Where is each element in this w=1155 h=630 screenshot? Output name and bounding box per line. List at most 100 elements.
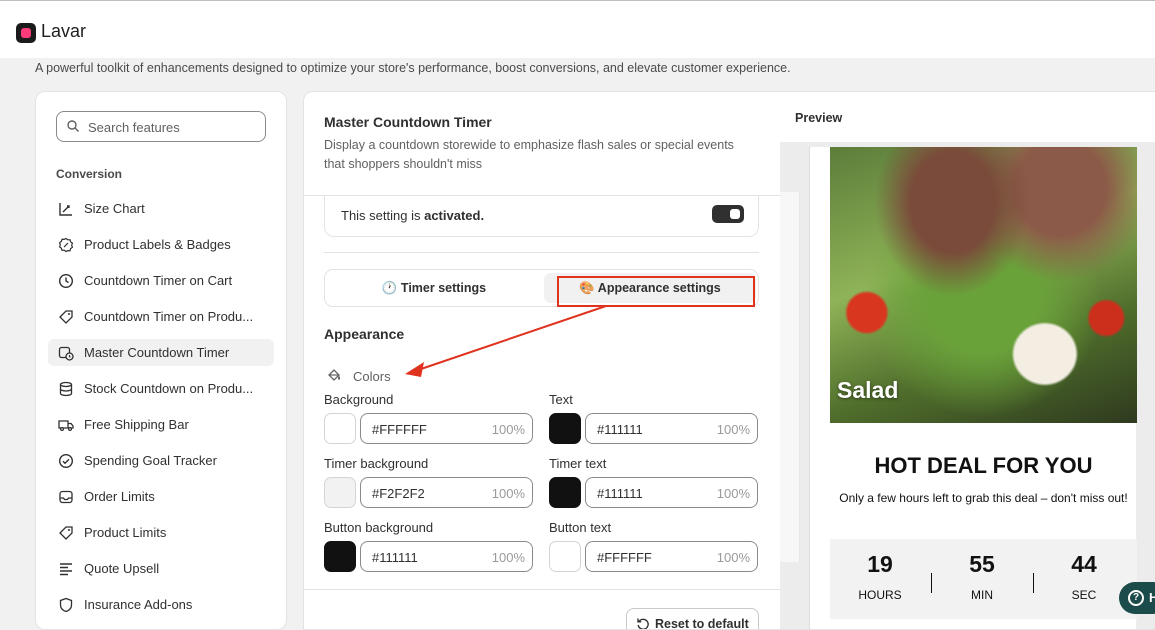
hex-value: #FFFFFF: [597, 550, 652, 565]
sidebar-item-label: Order Limits: [84, 489, 155, 504]
button-background-color-label: Button background: [324, 520, 434, 535]
tag-icon: [59, 526, 73, 540]
sidebar-item-master-countdown[interactable]: Master Countdown Timer: [48, 339, 274, 366]
sidebar-item-product-labels[interactable]: Product Labels & Badges: [48, 231, 274, 258]
background-color-input[interactable]: #FFFFFF 100%: [360, 413, 533, 444]
feature-settings-panel: Master Countdown Timer Display a countdo…: [303, 91, 1155, 630]
activation-toggle[interactable]: [712, 205, 744, 223]
product-image-caption: Salad: [837, 377, 899, 403]
product-image: Salad: [830, 147, 1137, 423]
sidebar-item-label: Countdown Timer on Cart: [84, 273, 233, 288]
sidebar-item-countdown-cart[interactable]: Countdown Timer on Cart: [48, 267, 274, 294]
opacity-value: 100%: [716, 486, 750, 501]
annotation-highlight-box: [557, 276, 755, 307]
sidebar-item-label: Master Countdown Timer: [84, 345, 230, 360]
paint-bucket-icon: [328, 369, 340, 381]
section-divider: [324, 252, 759, 253]
background-color-label: Background: [324, 392, 394, 407]
opacity-value: 100%: [491, 550, 525, 565]
reset-to-default-button[interactable]: Reset to default: [626, 608, 759, 629]
background-color-swatch[interactable]: [324, 413, 356, 444]
appearance-heading: Appearance: [324, 326, 405, 342]
sidebar-item-label: Product Labels & Badges: [84, 237, 231, 252]
help-button[interactable]: ? H: [1119, 582, 1155, 614]
sidebar-item-insurance-addons[interactable]: Insurance Add-ons: [48, 591, 274, 618]
sidebar-item-label: Stock Countdown on Produ...: [84, 381, 254, 396]
app-tagline: A powerful toolkit of enhancements desig…: [35, 61, 791, 75]
help-label: H: [1149, 590, 1155, 605]
opacity-value: 100%: [716, 422, 750, 437]
top-bar: Lavar: [0, 0, 1155, 58]
shield-icon: [59, 597, 73, 613]
timer-unit: HOURS: [858, 588, 902, 602]
timer-value: 55: [969, 551, 995, 577]
preview-stage: Salad HOT DEAL FOR YOU Only a few hours …: [780, 142, 1155, 629]
timer-text-color-label: Timer text: [549, 456, 607, 471]
hex-value: #111111: [597, 422, 643, 437]
sidebar-item-label: Free Shipping Bar: [84, 417, 189, 432]
search-icon: [67, 120, 79, 132]
text-color-label: Text: [549, 392, 573, 407]
opacity-value: 100%: [716, 550, 750, 565]
timer-minutes: 55 MIN: [932, 551, 1032, 602]
timer-background-color-swatch[interactable]: [324, 477, 356, 508]
badge-icon: [58, 237, 74, 253]
opacity-value: 100%: [491, 422, 525, 437]
timer-background-color-label: Timer background: [324, 456, 429, 471]
sidebar-item-countdown-product[interactable]: Countdown Timer on Produ...: [48, 303, 274, 330]
button-background-color-swatch[interactable]: [324, 541, 356, 572]
sidebar-item-label: Countdown Timer on Produ...: [84, 309, 254, 324]
clock-icon: [58, 273, 74, 289]
preview-card: Salad HOT DEAL FOR YOU Only a few hours …: [809, 147, 1137, 629]
colors-heading-label: Colors: [353, 369, 391, 384]
button-text-color-input[interactable]: #FFFFFF 100%: [585, 541, 758, 572]
timer-value: 44: [1071, 551, 1097, 577]
hex-value: #111111: [597, 486, 643, 501]
database-icon: [59, 381, 73, 397]
tab-timer-settings[interactable]: 🕐 Timer settings: [328, 273, 540, 303]
search-placeholder: Search features: [88, 120, 180, 135]
activation-card: This setting is activated.: [324, 196, 759, 237]
hex-value: #FFFFFF: [372, 422, 427, 437]
timer-value: 19: [867, 551, 893, 577]
sidebar-item-free-shipping[interactable]: Free Shipping Bar: [48, 411, 274, 438]
deal-subtitle: Only a few hours left to grab this deal …: [839, 491, 1128, 505]
sidebar-item-label: Insurance Add-ons: [84, 597, 193, 612]
list-icon: [60, 563, 72, 576]
feature-sidebar: Search features Conversion Size Chart Pr…: [35, 91, 287, 630]
app-title: Lavar: [41, 21, 87, 41]
hex-value: #111111: [372, 550, 418, 565]
footer-divider: [304, 589, 780, 590]
truck-icon: [58, 420, 74, 432]
preview-scrollbar[interactable]: [780, 192, 800, 562]
timer-background-color-input[interactable]: #F2F2F2 100%: [360, 477, 533, 508]
text-color-swatch[interactable]: [549, 413, 581, 444]
sidebar-item-spending-goal[interactable]: Spending Goal Tracker: [48, 447, 274, 474]
preview-heading: Preview: [795, 111, 843, 125]
sidebar-item-label: Quote Upsell: [84, 561, 160, 576]
text-color-input[interactable]: #111111 100%: [585, 413, 758, 444]
timer-text-color-input[interactable]: #111111 100%: [585, 477, 758, 508]
feature-description: Display a countdown storewide to emphasi…: [324, 138, 734, 171]
sidebar-item-size-chart[interactable]: Size Chart: [48, 195, 274, 222]
button-background-color-input[interactable]: #111111 100%: [360, 541, 533, 572]
sidebar-item-order-limits[interactable]: Order Limits: [48, 483, 274, 510]
ruler-icon: [59, 203, 72, 216]
reset-icon: [637, 618, 649, 629]
sidebar-item-label: Size Chart: [84, 201, 145, 216]
sidebar-item-label: Product Limits: [84, 525, 167, 540]
button-text-color-swatch[interactable]: [549, 541, 581, 572]
inbox-icon: [59, 490, 73, 504]
tag-clock-icon: [59, 310, 73, 324]
timer-text-color-swatch[interactable]: [549, 477, 581, 508]
hex-value: #F2F2F2: [372, 486, 425, 501]
sidebar-item-quote-upsell[interactable]: Quote Upsell: [48, 555, 274, 582]
opacity-value: 100%: [491, 486, 525, 501]
button-text-color-label: Button text: [549, 520, 612, 535]
feature-title: Master Countdown Timer: [324, 114, 492, 130]
sidebar-item-stock-countdown[interactable]: Stock Countdown on Produ...: [48, 375, 274, 402]
activation-prefix: This setting is: [341, 208, 425, 223]
sidebar-item-product-limits[interactable]: Product Limits: [48, 519, 274, 546]
search-input[interactable]: Search features: [56, 111, 266, 142]
calendar-clock-icon: [58, 346, 74, 361]
